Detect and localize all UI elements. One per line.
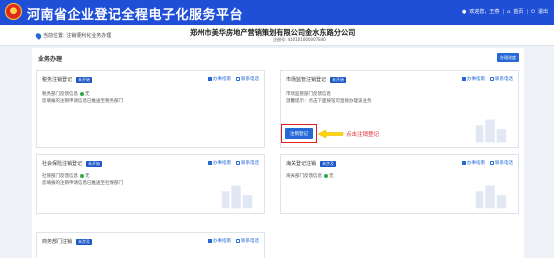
top-header: 河南省企业登记全程电子化服务平台 ● 欢迎您，王燕 | ⌂ 首页 | ⏻ 退出 xyxy=(0,0,554,25)
registration-number: 注册号: 410101000007840 xyxy=(273,37,326,42)
phone-link[interactable]: 联系电话 xyxy=(236,76,259,82)
guide-link[interactable]: 办事指南 xyxy=(208,238,231,244)
book-icon xyxy=(462,77,466,81)
guide-link[interactable]: 办事指南 xyxy=(462,76,485,82)
feedback-line: 税务部门反馈信息 无 xyxy=(42,91,90,97)
home-link[interactable]: 首页 xyxy=(513,8,523,15)
logout-link[interactable]: 退出 xyxy=(538,8,548,15)
national-emblem-icon xyxy=(5,3,22,20)
card-header: 海关登记注销 未涉及 xyxy=(286,160,337,167)
breadcrumb-text: 当前位置: 注销便利化业务办理 xyxy=(43,33,112,39)
check-icon xyxy=(323,174,328,178)
phone-icon xyxy=(236,77,240,81)
guide-link[interactable]: 办事指南 xyxy=(208,160,231,166)
phone-label: 联系电话 xyxy=(495,161,513,166)
phone-icon xyxy=(490,161,494,165)
section-title: 业务办理 xyxy=(38,56,63,63)
phone-icon xyxy=(236,161,240,165)
phone-icon xyxy=(236,239,240,243)
annotation-text: 点击注销登记 xyxy=(346,132,380,138)
commerce-card: 商务部门注销 未涉及 办事指南 联系电话 xyxy=(36,232,265,258)
social-insurance-card: 社会保险注销登记 未开始 办事指南 联系电话 社保部门反馈信息 无 您填报的注销… xyxy=(36,154,265,214)
guide-label: 办事指南 xyxy=(467,161,485,166)
phone-label: 联系电话 xyxy=(241,161,259,166)
feedback-label: 海关部门反馈信息 xyxy=(286,174,322,179)
feedback-label: 社保部门反馈信息 xyxy=(42,174,78,179)
phone-link[interactable]: 联系电话 xyxy=(490,160,513,166)
status-badge: 未开始 xyxy=(330,76,347,83)
top-nav: ● 欢迎您，王燕 | ⌂ 首页 | ⏻ 退出 xyxy=(462,8,548,16)
phone-link[interactable]: 联系电话 xyxy=(236,238,259,244)
book-icon xyxy=(208,239,212,243)
building-watermark-icon xyxy=(221,185,253,209)
customs-card: 海关登记注销 未涉及 办事指南 联系电话 海关部门反馈信息 无 xyxy=(280,154,519,214)
guide-label: 办事指南 xyxy=(467,77,485,82)
user-icon: ● xyxy=(462,8,467,15)
deregister-button[interactable]: 注销登记 xyxy=(285,128,313,139)
card-header: 税务注销登记 未开始 xyxy=(42,76,93,83)
card-header: 市场监管注销登记 未开始 xyxy=(286,76,347,83)
guide-label: 办事指南 xyxy=(213,239,231,244)
building-watermark-icon xyxy=(475,185,507,209)
card-links: 办事指南 联系电话 xyxy=(208,160,259,166)
guide-link[interactable]: 办事指南 xyxy=(208,76,231,82)
card-links: 办事指南 联系电话 xyxy=(208,238,259,244)
status-badge: 未涉及 xyxy=(320,160,337,167)
tip-text: 温馨提示：点击下面按钮可直接办理该业务 xyxy=(286,99,372,104)
card-title: 市场监管注销登记 xyxy=(286,77,327,83)
location-pin-icon xyxy=(34,31,43,40)
status-badge: 未涉及 xyxy=(76,238,93,245)
book-icon xyxy=(208,161,212,165)
feedback-value: 无 xyxy=(85,92,90,97)
book-icon xyxy=(462,161,466,165)
yellow-arrow-icon xyxy=(318,130,344,138)
phone-label: 联系电话 xyxy=(495,77,513,82)
card-links: 办事指南 联系电话 xyxy=(462,160,513,166)
card-header: 商务部门注销 未涉及 xyxy=(42,238,93,245)
phone-link[interactable]: 联系电话 xyxy=(236,160,259,166)
feedback-line: 社保部门反馈信息 无 xyxy=(42,173,90,179)
status-badge: 未开始 xyxy=(76,76,93,83)
feedback-label: 市场监管部门反馈信息 xyxy=(286,92,331,97)
pushed-note: 您填报的注销申请信息已推送至社保部门 xyxy=(42,181,123,186)
power-icon: ⏻ xyxy=(531,8,535,15)
pushed-note: 您填报的注销申请信息已推送至税务部门 xyxy=(42,99,123,104)
status-badge: 未开始 xyxy=(86,160,103,167)
info-bar: 当前位置: 注销便利化业务办理 郑州市美华房地产营销策划有限公司金水东路分公司 … xyxy=(0,25,554,46)
card-header: 社会保险注销登记 未开始 xyxy=(42,160,103,167)
site-title: 河南省企业登记全程电子化服务平台 xyxy=(27,8,244,23)
progress-button[interactable]: 办理进度 xyxy=(497,53,519,62)
card-title: 社会保险注销登记 xyxy=(42,161,83,167)
guide-label: 办事指南 xyxy=(213,161,231,166)
card-title: 商务部门注销 xyxy=(42,239,73,245)
card-links: 办事指南 联系电话 xyxy=(208,76,259,82)
guide-label: 办事指南 xyxy=(213,77,231,82)
feedback-value: 无 xyxy=(85,174,90,179)
nav-divider: | xyxy=(502,8,505,15)
feedback-line: 海关部门反馈信息 无 xyxy=(286,173,334,179)
feedback-label: 税务部门反馈信息 xyxy=(42,92,78,97)
phone-icon xyxy=(490,77,494,81)
check-icon xyxy=(79,92,84,96)
guide-link[interactable]: 办事指南 xyxy=(462,160,485,166)
card-title: 税务注销登记 xyxy=(42,77,73,83)
phone-label: 联系电话 xyxy=(241,77,259,82)
check-icon xyxy=(79,174,84,178)
home-icon: ⌂ xyxy=(507,8,511,15)
breadcrumb: 当前位置: 注销便利化业务办理 xyxy=(34,31,112,40)
feedback-value: 无 xyxy=(329,174,334,179)
tax-deregistration-card: 税务注销登记 未开始 办事指南 联系电话 税务部门反馈信息 无 您填报的注销申请… xyxy=(36,70,265,148)
phone-label: 联系电话 xyxy=(241,239,259,244)
card-title: 海关登记注销 xyxy=(286,161,317,167)
nav-divider: | xyxy=(526,8,529,15)
welcome-user[interactable]: 欢迎您，王燕 xyxy=(469,8,499,15)
phone-link[interactable]: 联系电话 xyxy=(490,76,513,82)
book-icon xyxy=(208,77,212,81)
building-watermark-icon xyxy=(475,119,507,143)
card-links: 办事指南 联系电话 xyxy=(462,76,513,82)
